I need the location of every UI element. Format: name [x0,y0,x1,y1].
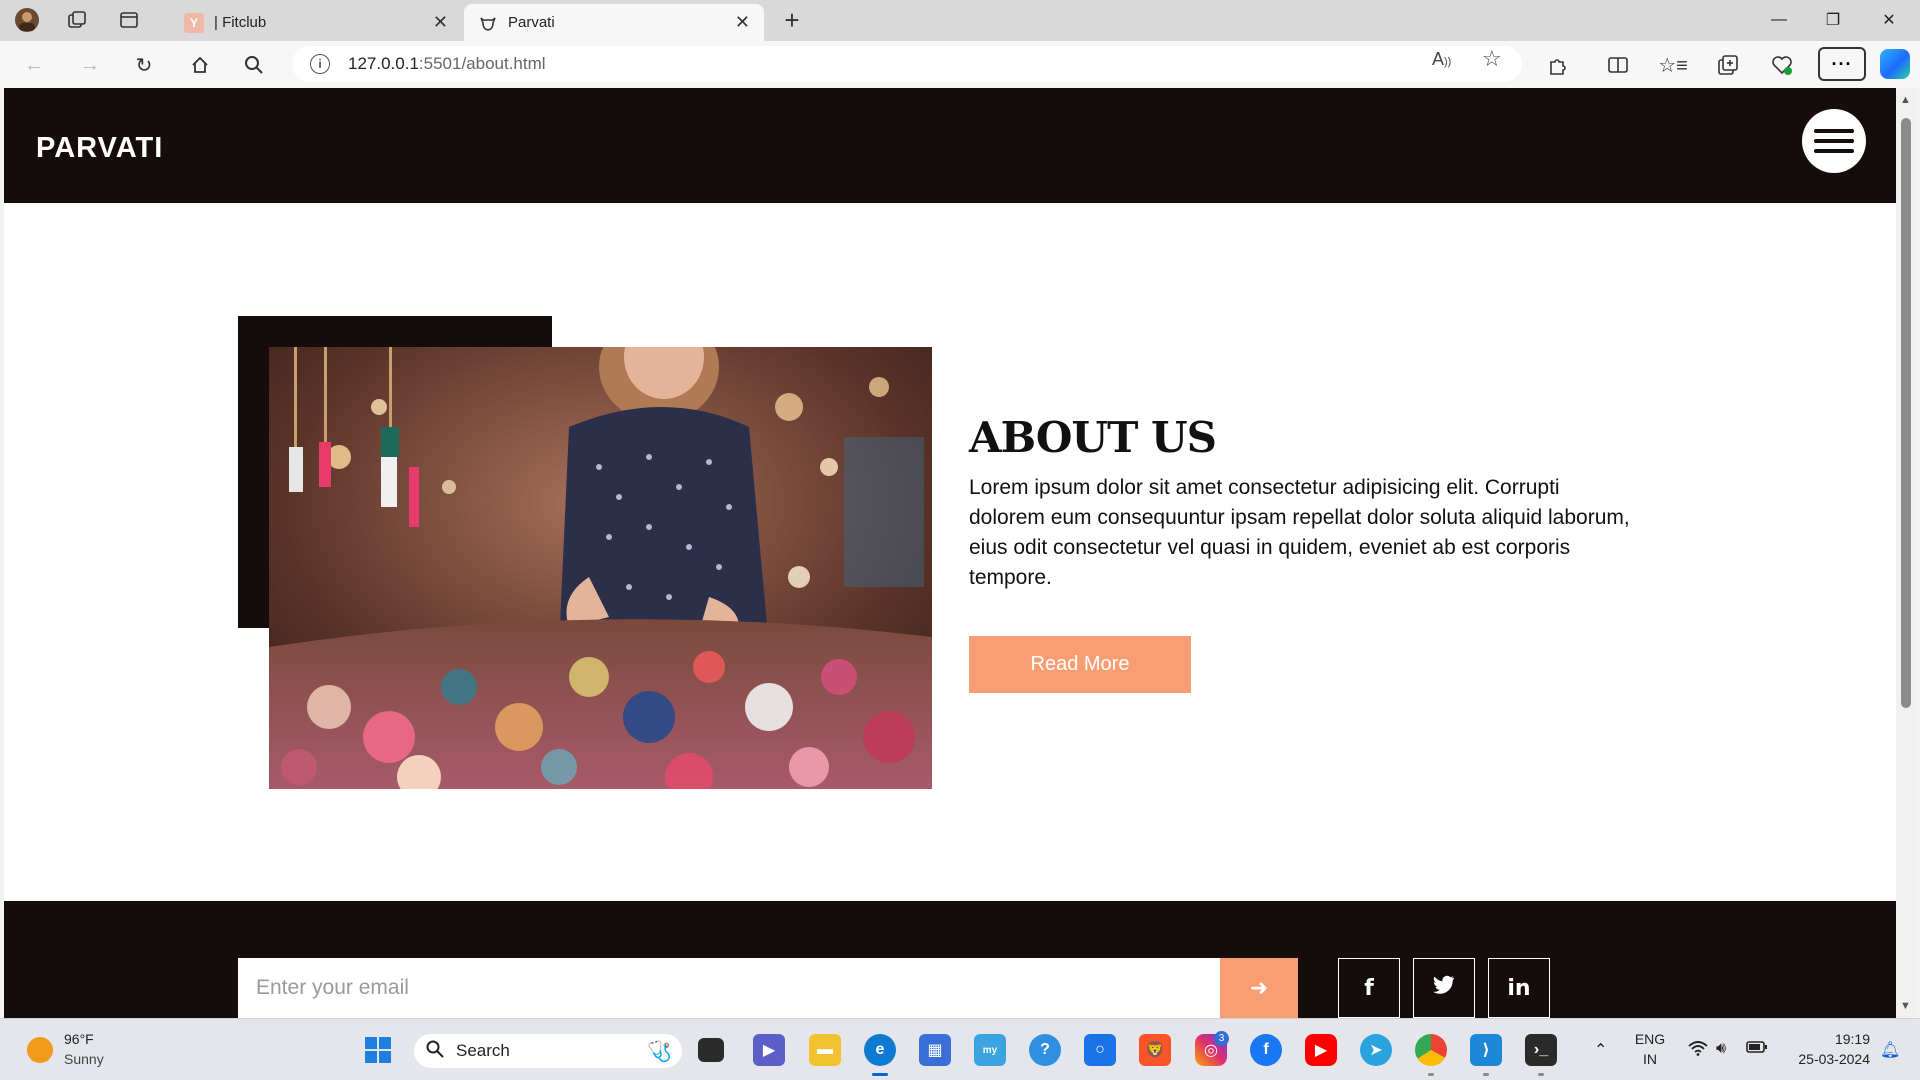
running-indicator [1428,1073,1434,1076]
about-title: ABOUT US [969,413,1217,462]
twitter-icon [1433,975,1455,1001]
vertical-tabs-icon[interactable] [114,6,144,34]
edge-icon[interactable]: e [864,1034,896,1066]
page-viewport: PARVATI ABOUT US Lorem ipsum dolor sit a… [4,88,1896,1018]
tab-title: | Fitclub [214,14,267,31]
scroll-down-icon[interactable]: ▼ [1900,1000,1911,1012]
battery-icon[interactable] [1746,1040,1768,1059]
running-indicator [1538,1073,1544,1076]
workspaces-icon[interactable] [62,6,92,34]
search-label: Search [456,1041,510,1060]
task-view-icon[interactable] [698,1038,724,1062]
volume-icon[interactable]: 🔊︎ [1716,1040,1726,1058]
extensions-icon[interactable] [1542,49,1574,81]
hamburger-menu-button[interactable] [1802,109,1866,173]
read-more-button[interactable]: Read More [969,636,1191,693]
collections-icon[interactable] [1712,49,1744,81]
chrome-icon[interactable] [1415,1034,1447,1066]
show-hidden-icons-chevron-icon[interactable]: ⌃ [1594,1040,1607,1060]
brave-icon[interactable]: 🦁 [1139,1034,1171,1066]
clock-date[interactable]: 25-03-2024 [1780,1051,1870,1067]
site-header: PARVATI [4,88,1896,203]
weather-temperature[interactable]: 96°F [64,1031,94,1047]
facebook-app-icon[interactable]: f [1250,1034,1282,1066]
back-arrow-icon[interactable]: ← [18,49,50,81]
facebook-icon: f [1364,975,1374,1001]
site-footer: ➜ f in [4,901,1896,1018]
address-bar[interactable]: i 127.0.0.1:5501/about.html [292,46,1522,82]
page-scrollbar[interactable]: ▲ ▼ [1896,88,1916,1018]
browser-toolbar: ← → ↻ i 127.0.0.1:5501/about.html A)) ☆ … [0,41,1920,88]
linkedin-icon: in [1507,975,1531,1001]
copilot-icon[interactable] [1880,49,1910,79]
favorites-icon[interactable]: ☆≡ [1657,49,1689,81]
active-app-indicator [872,1073,888,1076]
ms-store-icon[interactable]: ▦ [919,1034,951,1066]
bull-logo-icon [478,13,498,33]
twitter-button[interactable] [1413,958,1475,1018]
read-aloud-icon[interactable]: A)) [1432,49,1451,70]
linkedin-button[interactable]: in [1488,958,1550,1018]
subscribe-button[interactable]: ➜ [1220,958,1298,1018]
favorite-star-icon[interactable]: ☆ [1482,46,1502,72]
windows-start-icon[interactable] [362,1034,394,1066]
url-host: 127.0.0.1 [348,54,419,73]
email-input[interactable] [238,958,1220,1018]
weather-condition[interactable]: Sunny [64,1051,104,1067]
telegram-icon[interactable]: ➤ [1360,1034,1392,1066]
vscode-icon[interactable]: ⟩ [1470,1034,1502,1066]
running-indicator [1483,1073,1489,1076]
tab-fitclub[interactable]: Y | Fitclub ✕ [170,4,462,41]
settings-more-button[interactable]: ··· [1818,47,1866,81]
forward-arrow-icon[interactable]: → [74,49,106,81]
cortana-icon[interactable]: ○ [1084,1034,1116,1066]
close-window-icon[interactable]: ✕ [1862,0,1916,40]
search-highlight-icon: 🩺 [647,1040,672,1063]
close-tab-icon[interactable]: ✕ [433,12,448,33]
home-icon[interactable] [184,49,216,81]
browser-tab-strip: Y | Fitclub ✕ Parvati ✕ + — ❐ ✕ [0,0,1920,41]
refresh-icon[interactable]: ↻ [128,49,160,81]
windows-taskbar: 96°F Sunny Search 🩺 ▶ ▬ e ▦ my ? ○ 🦁 ◎ 3… [0,1018,1920,1080]
tab-parvati[interactable]: Parvati ✕ [464,4,764,41]
facebook-button[interactable]: f [1338,958,1400,1018]
youtube-icon[interactable]: ▶ [1305,1034,1337,1066]
scrollbar-thumb[interactable] [1901,118,1911,708]
search-icon[interactable] [238,49,270,81]
tab-title: Parvati [508,14,555,31]
browser-essentials-icon[interactable] [1766,49,1798,81]
sun-icon[interactable] [27,1037,53,1063]
close-tab-icon[interactable]: ✕ [735,12,750,33]
about-photo [269,347,932,789]
profile-avatar-icon[interactable] [12,6,42,34]
minimize-icon[interactable]: — [1752,0,1806,40]
teams-icon[interactable]: ▶ [753,1034,785,1066]
language-indicator[interactable]: ENG [1630,1031,1670,1047]
arrow-right-icon: ➜ [1249,975,1269,1000]
restore-icon[interactable]: ❐ [1806,0,1860,40]
brand-logo[interactable]: PARVATI [36,132,163,165]
y-logo-icon: Y [184,12,204,33]
support-icon[interactable]: ? [1029,1034,1061,1066]
taskbar-search-box[interactable]: Search 🩺 [414,1034,682,1068]
split-screen-icon[interactable] [1602,49,1634,81]
terminal-icon[interactable]: ›_ [1525,1034,1557,1066]
about-text: Lorem ipsum dolor sit amet consectetur a… [969,476,1630,589]
scroll-up-icon[interactable]: ▲ [1900,94,1911,106]
notification-bell-icon[interactable]: 🔔︎ [1880,1040,1900,1060]
clock-time[interactable]: 19:19 [1780,1031,1870,1047]
site-info-icon[interactable]: i [310,54,330,74]
new-tab-button[interactable]: + [776,4,808,36]
notification-badge: 3 [1214,1031,1229,1046]
url-path: :5501/about.html [418,54,546,73]
wifi-icon[interactable] [1688,1040,1708,1061]
file-explorer-icon[interactable]: ▬ [809,1034,841,1066]
myjio-icon[interactable]: my [974,1034,1006,1066]
search-icon [426,1040,444,1063]
region-indicator[interactable]: IN [1630,1051,1670,1067]
